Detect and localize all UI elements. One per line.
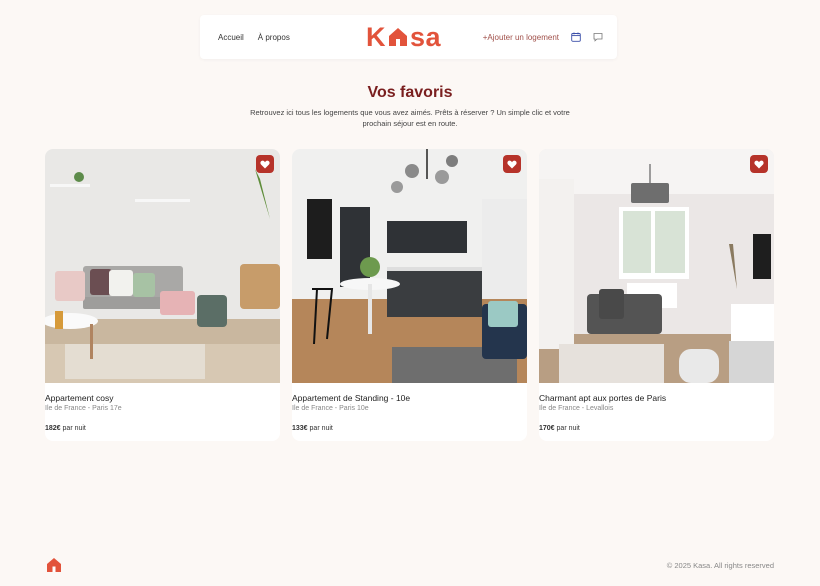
message-icon[interactable]	[592, 32, 603, 43]
favorites-grid: Appartement cosy Ile de France - Paris 1…	[45, 149, 774, 441]
price-suffix: par nuit	[556, 425, 580, 432]
listing-location: Ile de France - Levallois	[539, 405, 614, 412]
favorite-heart-button[interactable]	[256, 155, 274, 173]
page-title: Vos favoris	[367, 84, 453, 101]
footer-copyright: © 2025 Kasa. All rights reserved	[666, 561, 774, 570]
listing-photo[interactable]	[292, 149, 527, 383]
nav-home-link[interactable]: Accueil	[218, 33, 244, 42]
listing-location: Ile de France - Paris 10e	[292, 405, 369, 412]
listing-price: 133€ par nuit	[292, 425, 333, 432]
heart-icon	[260, 160, 270, 168]
favorite-heart-button[interactable]	[750, 155, 768, 173]
price-suffix: par nuit	[309, 425, 333, 432]
listing-price: 170€ par nuit	[539, 425, 580, 432]
price-value: 133€	[292, 425, 308, 432]
house-logo-icon	[389, 28, 407, 46]
kasa-logo[interactable]: K sa	[366, 21, 441, 53]
listing-location: Ile de France - Paris 17e	[45, 405, 122, 412]
listing-card[interactable]: Appartement cosy Ile de France - Paris 1…	[45, 149, 280, 441]
listing-photo[interactable]	[45, 149, 280, 383]
calendar-icon[interactable]	[570, 32, 581, 43]
listing-card[interactable]: Charmant apt aux portes de Paris Ile de …	[539, 149, 774, 441]
listing-title[interactable]: Appartement de Standing - 10e	[292, 393, 410, 403]
price-value: 182€	[45, 425, 61, 432]
listing-title[interactable]: Appartement cosy	[45, 393, 114, 403]
listing-card[interactable]: Appartement de Standing - 10e Ile de Fra…	[292, 149, 527, 441]
nav-about-link[interactable]: À propos	[258, 33, 290, 42]
user-nav: +Ajouter un logement	[483, 32, 603, 43]
listing-title[interactable]: Charmant apt aux portes de Paris	[539, 393, 666, 403]
logo-letters-sa: sa	[410, 22, 442, 52]
page-subtitle: Retrouvez ici tous les logements que vou…	[250, 108, 570, 128]
price-value: 170€	[539, 425, 555, 432]
main-nav: Accueil À propos	[218, 33, 290, 42]
listing-photo[interactable]	[539, 149, 774, 383]
add-listing-link[interactable]: +Ajouter un logement	[483, 33, 559, 42]
top-navbar: Accueil À propos K sa +Ajouter un logeme…	[200, 15, 617, 59]
favorite-heart-button[interactable]	[503, 155, 521, 173]
price-suffix: par nuit	[62, 425, 86, 432]
footer-house-logo-icon	[47, 558, 61, 572]
heart-icon	[507, 160, 517, 168]
heart-icon	[754, 160, 764, 168]
logo-letter-k: K	[366, 22, 386, 52]
listing-price: 182€ par nuit	[45, 425, 86, 432]
